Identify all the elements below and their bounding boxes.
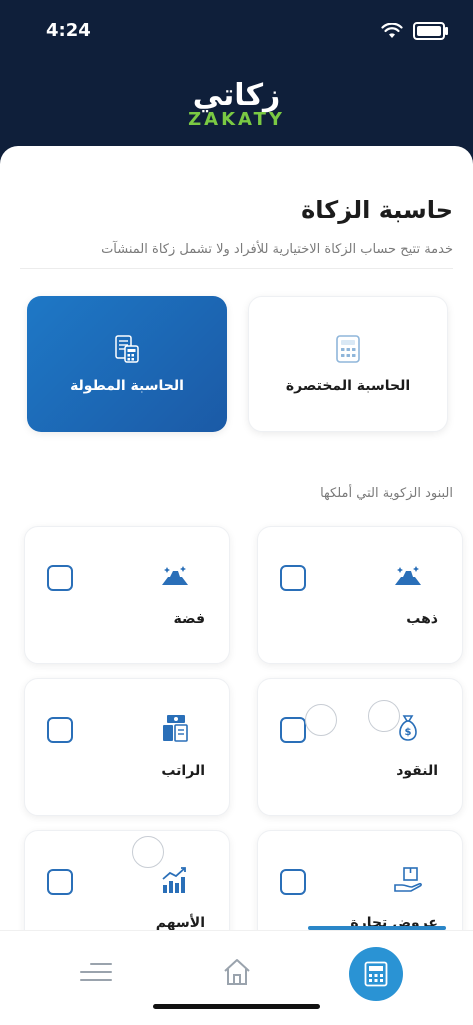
touch-indicator [305, 704, 337, 736]
gold-icon [395, 566, 421, 585]
section-label: البنود الزكوية التي أملكها [320, 486, 453, 501]
long-calculator-card[interactable]: الحاسبة المطولة [27, 296, 227, 432]
page-title: حاسبة الزكاة [301, 196, 453, 224]
calculator-nav-button[interactable] [349, 947, 403, 1001]
divider [20, 268, 453, 269]
logo-arabic: زكاتي [192, 78, 281, 113]
detailed-calculator-icon [115, 335, 139, 363]
cash-checkbox[interactable] [280, 717, 306, 743]
stocks-label: الأسهم [155, 915, 205, 931]
bottom-nav [0, 930, 473, 1025]
cash-label: النقود [396, 763, 438, 779]
salary-label: الراتب [161, 763, 205, 779]
stocks-checkbox[interactable] [47, 869, 73, 895]
gold-checkbox[interactable] [280, 565, 306, 591]
app-logo: زكاتي ZAKATY [0, 78, 473, 130]
item-card-cash[interactable]: $ النقود [257, 678, 463, 816]
salary-icon [163, 715, 188, 742]
item-card-salary[interactable]: الراتب [24, 678, 230, 816]
page-subtitle: خدمة تتيح حساب الزكاة الاختيارية للأفراد… [101, 242, 453, 257]
calculator-icon [364, 961, 388, 987]
logo-english: ZAKATY [188, 109, 285, 130]
home-icon[interactable] [222, 957, 252, 987]
touch-indicator [368, 700, 400, 732]
svg-text:$: $ [405, 727, 412, 738]
short-calculator-card[interactable]: الحاسبة المختصرة [248, 296, 448, 432]
stocks-icon [162, 867, 186, 893]
touch-indicator [132, 836, 164, 868]
home-indicator [153, 1004, 320, 1009]
short-calculator-label: الحاسبة المختصرة [285, 378, 411, 394]
calculator-icon [336, 335, 360, 363]
battery-icon [413, 22, 448, 40]
status-icons [381, 22, 448, 40]
silver-checkbox[interactable] [47, 565, 73, 591]
menu-icon[interactable] [80, 963, 112, 985]
item-card-silver[interactable]: فضة [24, 526, 230, 664]
silver-icon [162, 566, 188, 585]
long-calculator-label: الحاسبة المطولة [70, 378, 184, 394]
salary-checkbox[interactable] [47, 717, 73, 743]
item-card-gold[interactable]: ذهب [257, 526, 463, 664]
main-sheet: حاسبة الزكاة خدمة تتيح حساب الزكاة الاخت… [0, 146, 473, 1024]
trade-goods-checkbox[interactable] [280, 869, 306, 895]
silver-label: فضة [173, 611, 205, 627]
status-bar: 4:24 [0, 0, 473, 60]
wifi-icon [381, 23, 403, 38]
gold-label: ذهب [406, 611, 438, 627]
status-time: 4:24 [46, 20, 91, 41]
trade-goods-icon [394, 867, 422, 892]
